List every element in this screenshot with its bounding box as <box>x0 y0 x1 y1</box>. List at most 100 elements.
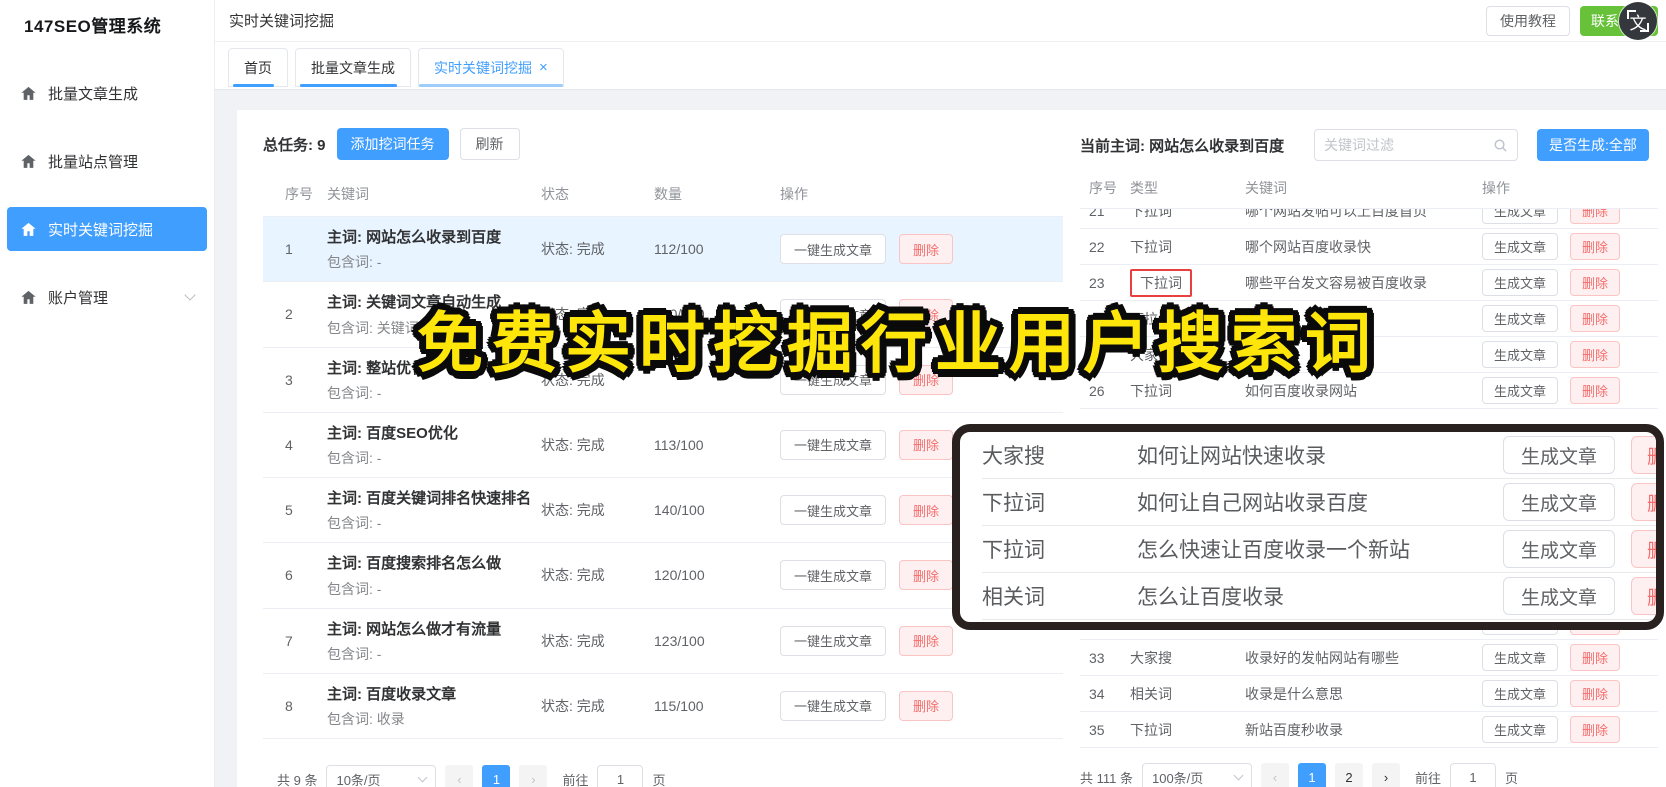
keyword-type: 相关词 <box>982 586 1045 609</box>
keyword-type: 大家搜 <box>1130 343 1245 367</box>
table-row[interactable]: 23 下拉词 哪些平台发文容易被百度收录 生成文章 删除 <box>1080 265 1658 301</box>
generate-article-button[interactable]: 生成文章 <box>1482 644 1559 671</box>
refresh-button[interactable]: 刷新 <box>459 128 520 160</box>
generate-article-button[interactable]: 生成文章 <box>1482 341 1559 368</box>
delete-button[interactable]: 删除 <box>899 495 954 526</box>
table-row[interactable]: 2 主词: 关键词文章自动生成 包含词: 关键词生成 状态: 完成 100/10… <box>263 282 1063 348</box>
table-row[interactable]: 26 下拉词 如何百度收录网站 生成文章 删除 <box>1080 373 1658 409</box>
delete-button[interactable]: 删除 <box>1570 269 1621 296</box>
app-logo: 147SEO管理系统 <box>24 17 162 36</box>
generate-articles-button[interactable]: 一键生成文章 <box>780 429 887 460</box>
generate-articles-button[interactable]: 一键生成文章 <box>780 495 887 526</box>
table-row[interactable]: 33 大家搜 收录好的发帖网站有哪些 生成文章 删除 <box>1080 640 1658 676</box>
sidebar-item[interactable]: 批量文章生成 <box>7 71 207 115</box>
keywords-header: 当前主词: 网站怎么收录到百度 是否生成:全部 <box>1080 128 1658 162</box>
tasks-table-body: 1 主词: 网站怎么收录到百度 包含词: - 状态: 完成 112/100 一键… <box>263 217 1063 739</box>
delete-button[interactable]: 删除 <box>899 625 954 656</box>
task-quantity: 123/100 <box>654 632 705 649</box>
delete-button[interactable]: 删除 <box>1570 209 1621 224</box>
generate-articles-button[interactable]: 一键生成文章 <box>780 299 887 330</box>
tab[interactable]: 批量文章生成 × <box>295 48 411 87</box>
table-row[interactable]: 22 下拉词 哪个网站百度收录快 生成文章 删除 <box>1080 229 1658 265</box>
generate-articles-button[interactable]: 一键生成文章 <box>780 560 887 591</box>
tutorial-button[interactable]: 使用教程 <box>1486 5 1570 36</box>
keyword-type-text: 下拉词 <box>1130 382 1172 399</box>
delete-button[interactable]: 删除 <box>1570 680 1621 707</box>
delete-button[interactable]: 删除 <box>899 690 954 721</box>
task-keyword-cell: 主词: 百度SEO优化 包含词: - <box>327 422 541 468</box>
generate-article-button[interactable]: 生成文章 <box>1482 233 1559 260</box>
next-page-button[interactable]: › <box>519 765 548 787</box>
sidebar-item-label: 实时关键词挖掘 <box>48 221 154 239</box>
page-number-button[interactable]: 1 <box>482 765 511 787</box>
keywords-table-header: 序号 类型 关键词 操作 <box>1080 170 1658 209</box>
delete-button[interactable]: 删除 <box>1570 716 1621 743</box>
task-main-word: 主词: 网站怎么做才有流量 <box>327 620 502 638</box>
row-number: 21 <box>1089 209 1105 219</box>
sidebar-item[interactable]: 批量站点管理 <box>7 139 207 183</box>
generate-articles-button[interactable]: 一键生成文章 <box>780 690 887 721</box>
task-keyword-cell: 主词: 百度收录文章 包含词: 收录 <box>327 683 541 729</box>
delete-button[interactable]: 删除 <box>899 364 954 395</box>
delete-button[interactable]: 删除 <box>899 299 954 330</box>
page-number-button[interactable]: 2 <box>1334 763 1363 787</box>
delete-button[interactable]: 删除 <box>1570 341 1621 368</box>
delete-button[interactable]: 删除 <box>1570 233 1621 260</box>
page-size-select[interactable]: 100条/页 <box>1141 763 1252 787</box>
delete-button[interactable]: 删除 <box>1570 377 1621 404</box>
table-row[interactable]: 6 主词: 百度搜索排名怎么做 包含词: - 状态: 完成 120/100 一键… <box>263 543 1063 609</box>
prev-page-button[interactable]: ‹ <box>1260 763 1289 787</box>
delete-button[interactable]: 删除 <box>899 234 954 265</box>
generate-article-button[interactable]: 生成文章 <box>1482 209 1559 224</box>
next-page-button[interactable]: › <box>1371 763 1400 787</box>
sidebar-item[interactable]: 账户管理 <box>7 275 207 319</box>
generate-article-button[interactable]: 生成文章 <box>1482 305 1559 332</box>
task-main-word: 主词: 百度关键词排名快速排名 <box>327 490 532 507</box>
tab[interactable]: 首页 × <box>228 48 288 87</box>
table-row[interactable]: 7 主词: 网站怎么做才有流量 包含词: - 状态: 完成 123/100 一键… <box>263 609 1063 674</box>
table-row[interactable]: 5 主词: 百度关键词排名快速排名 包含词: - 状态: 完成 140/100 … <box>263 478 1063 544</box>
keyword-text: 哪个网站百度收录快 <box>1245 238 1371 255</box>
table-row[interactable]: 1 主词: 网站怎么收录到百度 包含词: - 状态: 完成 112/100 一键… <box>263 217 1063 283</box>
page-number-button[interactable]: 1 <box>1297 763 1326 787</box>
row-number: 33 <box>1089 649 1105 666</box>
delete-button[interactable]: 删除 <box>1570 305 1621 332</box>
generate-articles-button[interactable]: 一键生成文章 <box>780 234 887 265</box>
table-row[interactable]: 35 下拉词 新站百度秒收录 生成文章 删除 <box>1080 712 1658 748</box>
col-action: 操作 <box>1482 180 1510 196</box>
table-row[interactable]: 8 主词: 百度收录文章 包含词: 收录 状态: 完成 115/100 一键生成… <box>263 674 1063 739</box>
tab[interactable]: 实时关键词挖掘 × <box>418 48 564 87</box>
table-row[interactable]: 3 主词: 整站优化 包含词: - 状态: 完成 一键生成文章 删除 <box>263 348 1063 413</box>
generate-article-button[interactable]: 生成文章 <box>1482 680 1559 707</box>
table-row[interactable]: 21 下拉词 哪个网站发帖可以上百度首页 生成文章 删除 <box>1080 209 1658 229</box>
generate-article-button[interactable]: 生成文章 <box>1482 269 1559 296</box>
keyword-type: 下拉词 <box>982 539 1045 562</box>
generate-articles-button[interactable]: 一键生成文章 <box>780 364 887 395</box>
tasks-table-header: 序号 关键词 状态 数量 操作 <box>263 176 1063 217</box>
table-row[interactable]: 4 主词: 百度SEO优化 包含词: - 状态: 完成 113/100 一键生成… <box>263 413 1063 478</box>
table-row[interactable]: 34 相关词 收录是什么意思 生成文章 删除 <box>1080 676 1658 712</box>
prev-page-button[interactable]: ‹ <box>445 765 474 787</box>
goto-page-input[interactable] <box>1450 763 1496 787</box>
task-keyword-cell: 主词: 网站怎么做才有流量 包含词: - <box>327 618 541 664</box>
close-icon[interactable]: × <box>539 60 548 75</box>
magnifier-inset: 大家搜 如何让网站快速收录 生成文章 删除 下拉词 如何让自己网站收录百度 生成… <box>952 424 1664 630</box>
app-window: 147SEO管理系统 批量文章生成 批量站点管理 实时关键词挖掘 账户管理 实时… <box>0 0 1666 787</box>
generate-article-button[interactable]: 生成文章 <box>1482 377 1559 404</box>
delete-button[interactable]: 删除 <box>899 560 954 591</box>
row-number: 7 <box>285 632 293 649</box>
delete-button[interactable]: 删除 <box>899 429 954 460</box>
generate-all-button[interactable]: 是否生成:全部 <box>1537 129 1649 161</box>
add-task-button[interactable]: 添加挖词任务 <box>336 128 449 160</box>
generate-articles-button[interactable]: 一键生成文章 <box>780 625 887 656</box>
page-size-select[interactable]: 10条/页 <box>326 765 437 787</box>
translate-icon[interactable]: 文 <box>1619 2 1657 40</box>
table-row[interactable]: 24 下拉词 生成文章 删除 <box>1080 301 1658 337</box>
row-number: 34 <box>1089 685 1105 702</box>
table-row[interactable]: 25 大家搜 生成文章 删除 <box>1080 337 1658 373</box>
goto-page-input[interactable] <box>597 765 644 787</box>
keyword-filter-input[interactable] <box>1324 137 1493 153</box>
generate-article-button[interactable]: 生成文章 <box>1482 716 1559 743</box>
delete-button[interactable]: 删除 <box>1570 644 1621 671</box>
sidebar-item[interactable]: 实时关键词挖掘 <box>7 207 207 251</box>
